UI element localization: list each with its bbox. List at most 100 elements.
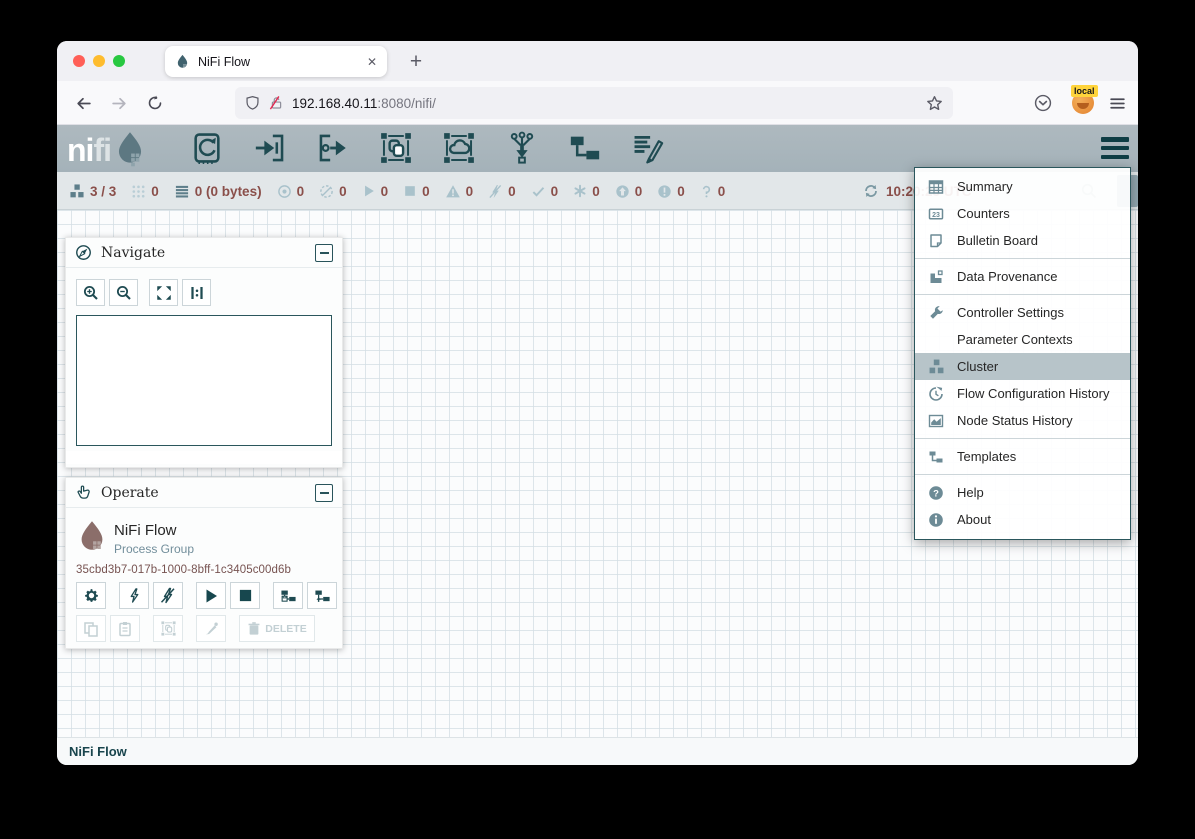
about-icon — [926, 512, 946, 528]
active-threads-icon — [131, 184, 146, 199]
running-count: 0 — [381, 184, 389, 199]
profile-badge: local — [1071, 85, 1098, 97]
template-icon[interactable] — [567, 130, 603, 166]
profile-avatar[interactable]: local — [1070, 89, 1098, 117]
zoom-out-button[interactable] — [109, 279, 138, 306]
copy-button[interactable] — [76, 615, 106, 642]
locally-modified-count: 0 — [592, 184, 600, 199]
menu-item-bulletin-board[interactable]: Bulletin Board — [915, 227, 1130, 254]
bookmark-star-icon[interactable] — [926, 95, 943, 112]
label-icon[interactable] — [630, 130, 666, 166]
transmitting-count: 0 — [297, 184, 305, 199]
refresh-icon[interactable] — [863, 183, 879, 199]
url-path: :8080/nifi/ — [377, 96, 436, 111]
navigate-panel-header: Navigate — [66, 238, 342, 268]
breadcrumb[interactable]: NiFi Flow — [69, 744, 127, 759]
menu-divider — [915, 438, 1130, 439]
browser-tab[interactable]: NiFi Flow ✕ — [165, 46, 387, 77]
tab-title: NiFi Flow — [198, 55, 367, 69]
summary-icon — [926, 179, 946, 195]
process-group-icon[interactable] — [378, 130, 414, 166]
bulletin-board-icon — [926, 233, 946, 249]
zoom-actual-size-button[interactable] — [182, 279, 211, 306]
minimize-window-button[interactable] — [93, 55, 105, 67]
sync-failure-count: 0 — [718, 184, 726, 199]
color-button[interactable] — [196, 615, 226, 642]
nifi-global-menu: Summary 23 Counters Bulletin Board Data … — [914, 167, 1131, 540]
reload-icon[interactable] — [141, 89, 169, 117]
selected-flow-id[interactable]: 35cbd3b7-017b-1000-8bff-1c3405c00d6b — [76, 564, 291, 576]
menu-item-controller-settings[interactable]: Controller Settings — [915, 299, 1130, 326]
url-bar[interactable]: 192.168.40.11:8080/nifi/ — [235, 87, 953, 119]
menu-item-flow-configuration-history[interactable]: Flow Configuration History — [915, 380, 1130, 407]
delete-label: DELETE — [265, 623, 306, 635]
close-tab-icon[interactable]: ✕ — [367, 55, 377, 69]
zoom-fit-button[interactable] — [149, 279, 178, 306]
stale-count: 0 — [635, 184, 643, 199]
birdseye-brush[interactable] — [66, 451, 342, 464]
help-icon: ? — [926, 485, 946, 501]
not-transmitting-icon — [319, 184, 334, 199]
pocket-icon[interactable] — [1029, 89, 1057, 117]
menu-item-parameter-contexts[interactable]: Parameter Contexts — [915, 326, 1130, 353]
collapse-navigate-button[interactable] — [315, 244, 333, 262]
input-port-icon[interactable] — [252, 130, 288, 166]
enable-button[interactable] — [119, 582, 149, 609]
remote-process-group-icon[interactable] — [441, 130, 477, 166]
menu-divider — [915, 258, 1130, 259]
process-group-drop-icon — [76, 518, 108, 556]
menu-item-node-status-history[interactable]: Node Status History — [915, 407, 1130, 434]
insecure-lock-icon[interactable] — [269, 95, 284, 111]
close-window-button[interactable] — [73, 55, 85, 67]
menu-item-summary[interactable]: Summary — [915, 173, 1130, 200]
invalid-icon — [445, 184, 461, 199]
queued-count: 0 (0 bytes) — [195, 184, 262, 199]
nifi-favicon — [175, 54, 190, 70]
connected-nodes-count: 3 / 3 — [90, 184, 116, 199]
selected-flow-name: NiFi Flow — [114, 522, 177, 539]
disable-button[interactable] — [153, 582, 183, 609]
configure-button[interactable] — [76, 582, 106, 609]
locally-modified-stale-count: 0 — [677, 184, 685, 199]
processor-icon[interactable] — [189, 130, 225, 166]
data-provenance-icon — [926, 269, 946, 285]
templates-icon — [926, 449, 946, 465]
cluster-icon — [926, 358, 946, 375]
active-threads-count: 0 — [151, 184, 159, 199]
flow-configuration-history-icon — [926, 386, 946, 402]
group-button[interactable] — [153, 615, 183, 642]
menu-item-cluster[interactable]: Cluster — [915, 353, 1130, 380]
start-button[interactable] — [196, 582, 226, 609]
shield-icon[interactable] — [245, 95, 260, 111]
paste-button[interactable] — [110, 615, 140, 642]
navigate-panel: Navigate — [65, 237, 343, 468]
url-text[interactable]: 192.168.40.11:8080/nifi/ — [292, 96, 926, 111]
zoom-in-button[interactable] — [76, 279, 105, 306]
menu-item-data-provenance[interactable]: Data Provenance — [915, 263, 1130, 290]
menu-item-counters[interactable]: 23 Counters — [915, 200, 1130, 227]
upload-template-icon[interactable] — [307, 582, 337, 609]
stop-button[interactable] — [230, 582, 260, 609]
delete-button[interactable]: DELETE — [239, 615, 315, 642]
controller-settings-icon — [926, 305, 946, 321]
back-icon[interactable] — [69, 89, 97, 117]
menu-divider — [915, 474, 1130, 475]
browser-menu-icon[interactable] — [1103, 89, 1131, 117]
forward-icon[interactable] — [105, 89, 133, 117]
menu-item-templates[interactable]: Templates — [915, 443, 1130, 470]
up-to-date-icon — [531, 184, 546, 199]
output-port-icon[interactable] — [315, 130, 351, 166]
zoom-window-button[interactable] — [113, 55, 125, 67]
nifi-component-toolbar: nifi — [57, 125, 1138, 172]
compass-icon — [75, 244, 92, 261]
new-tab-button[interactable]: + — [401, 46, 431, 77]
collapse-operate-button[interactable] — [315, 484, 333, 502]
menu-item-help[interactable]: ? Help — [915, 479, 1130, 506]
birdseye-map[interactable] — [76, 315, 332, 446]
save-template-icon[interactable] — [273, 582, 303, 609]
funnel-icon[interactable] — [504, 130, 540, 166]
nifi-global-menu-icon[interactable] — [1101, 135, 1129, 161]
menu-item-about[interactable]: About — [915, 506, 1130, 533]
transmitting-icon — [277, 184, 292, 199]
stopped-count: 0 — [422, 184, 430, 199]
